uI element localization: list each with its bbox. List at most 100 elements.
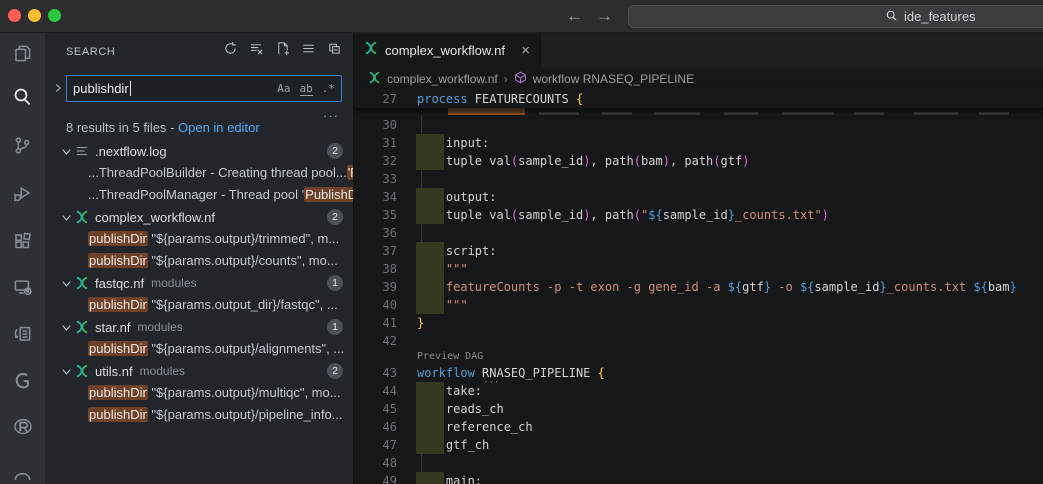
codelens-preview-dag[interactable]: Preview DAG: [354, 350, 1043, 364]
activity-bar-item-explorer[interactable]: [0, 41, 45, 71]
activity-bar-item-task-explorer[interactable]: [0, 321, 45, 351]
activity-bar-item-r-tools[interactable]: [0, 414, 45, 444]
search-result-file[interactable]: .nextflow.log2: [45, 140, 353, 162]
breadcrumb-file[interactable]: complex_workflow.nf: [387, 72, 498, 86]
activity-bar-item-partial-item[interactable]: [0, 461, 45, 484]
titlebar: ← → ide_features: [0, 0, 1043, 33]
results-summary: 8 results in 5 files - Open in editor: [66, 120, 260, 135]
collapse-all-button[interactable]: [325, 42, 343, 60]
sticky-scroll-line[interactable]: 27process FEATURECOUNTS {: [354, 90, 1043, 108]
search-result-file[interactable]: utils.nfmodules2: [45, 360, 353, 382]
close-window-button[interactable]: [8, 9, 21, 22]
code-line[interactable]: 36: [354, 224, 1043, 242]
window-controls: [8, 9, 61, 22]
new-search-editor-button[interactable]: [273, 42, 291, 60]
chevron-down-icon[interactable]: [59, 276, 75, 291]
code-line[interactable]: 43workflow RNASEQ_PIPELINE {: [354, 364, 1043, 382]
code-line[interactable]: 44 take:: [354, 382, 1043, 400]
code-line[interactable]: 45 reads_ch: [354, 400, 1043, 418]
line-number: 34: [354, 188, 397, 206]
code-line[interactable]: 38 """: [354, 260, 1043, 278]
activity-bar-item-gitlens[interactable]: [0, 368, 45, 398]
code-line[interactable]: 37 script:: [354, 242, 1043, 260]
chevron-down-icon[interactable]: [59, 364, 75, 379]
search-result-match[interactable]: publishDir "${params.output}/multiqc", m…: [45, 382, 353, 404]
search-input[interactable]: publishdir Aaab.*: [66, 75, 342, 102]
breadcrumb-separator: ›: [504, 72, 508, 86]
file-name: fastqc.nf: [95, 276, 144, 291]
minimize-window-button[interactable]: [28, 9, 41, 22]
token-int: }: [879, 280, 886, 294]
activity-bar-item-extensions[interactable]: [0, 229, 45, 259]
search-result-match[interactable]: ...ThreadPoolBuilder - Creating thread p…: [45, 162, 353, 184]
code-line[interactable]: 48: [354, 454, 1043, 472]
forward-button[interactable]: →: [596, 4, 613, 28]
whole-word-toggle[interactable]: ab: [300, 82, 313, 96]
tab-complex-workflow[interactable]: complex_workflow.nf ×: [354, 33, 541, 68]
activity-bar-item-search[interactable]: [0, 84, 45, 114]
refresh-button[interactable]: [221, 42, 239, 60]
clipped-text-fragment: [539, 112, 579, 115]
breadcrumb-symbol[interactable]: workflow RNASEQ_PIPELINE: [533, 72, 694, 86]
partial-icon: [13, 467, 32, 484]
line-number: 33: [354, 170, 397, 188]
code-line[interactable]: 39 featureCounts -p -t exon -g gene_id -…: [354, 278, 1043, 296]
code-area[interactable]: 27process FEATURECOUNTS { 3031 input:32 t…: [354, 90, 1043, 484]
token-int: ${: [728, 280, 742, 294]
activity-bar-item-remote-explorer[interactable]: [0, 274, 45, 304]
line-content: [397, 454, 1043, 472]
code-line[interactable]: 31 input:: [354, 134, 1043, 152]
search-result-file[interactable]: fastqc.nfmodules1: [45, 272, 353, 294]
toggle-replace-button[interactable]: [51, 81, 65, 100]
code-line[interactable]: 46 reference_ch: [354, 418, 1043, 436]
back-button[interactable]: ←: [566, 4, 583, 28]
search-result-match[interactable]: publishDir "${params.output}/trimmed", m…: [45, 228, 353, 250]
close-tab-icon[interactable]: ×: [521, 44, 530, 58]
code-line[interactable]: 42: [354, 332, 1043, 350]
code-line[interactable]: 33: [354, 170, 1043, 188]
match-highlight: publishDir: [88, 385, 148, 400]
code-line[interactable]: 35 tuple val(sample_id), path("${sample_…: [354, 206, 1043, 224]
token-pl: sample_id: [518, 208, 583, 222]
open-in-editor-link[interactable]: Open in editor: [178, 120, 260, 135]
code-line[interactable]: 47 gtf_ch: [354, 436, 1043, 454]
search-result-match[interactable]: publishDir "${params.output_dir}/fastqc"…: [45, 294, 353, 316]
code-line[interactable]: 30: [354, 116, 1043, 134]
search-result-match[interactable]: publishDir "${params.output}/pipeline_in…: [45, 404, 353, 426]
search-result-match[interactable]: publishDir "${params.output}/counts", mo…: [45, 250, 353, 272]
match-highlight: publishDir: [88, 297, 148, 312]
token-pl: FEATURECOUNTS: [468, 92, 576, 106]
letter-icon: [13, 371, 32, 395]
clear-results-button[interactable]: [247, 42, 265, 60]
command-center-search[interactable]: ide_features: [628, 5, 1043, 28]
token-pl: [475, 366, 482, 380]
clipped-text-fragment: [724, 112, 758, 115]
token-pl: [590, 366, 597, 380]
line-content: input:: [397, 134, 1043, 152]
match-case-toggle[interactable]: Aa: [277, 82, 290, 96]
view-as-list-button[interactable]: [299, 42, 317, 60]
activity-bar-item-run-debug[interactable]: [0, 181, 45, 211]
code-line[interactable]: 41}: [354, 314, 1043, 332]
search-result-match[interactable]: ...ThreadPoolManager - Thread pool 'Publ…: [45, 184, 353, 206]
search-result-file[interactable]: star.nfmodules1: [45, 316, 353, 338]
chevron-down-icon[interactable]: [59, 320, 75, 335]
token-gold: {: [598, 366, 605, 380]
zoom-window-button[interactable]: [48, 9, 61, 22]
code-line[interactable]: 34 output:: [354, 188, 1043, 206]
search-result-match[interactable]: publishDir "${params.output}/alignments"…: [45, 338, 353, 360]
chevron-down-icon[interactable]: [59, 144, 75, 159]
code-line[interactable]: 32 tuple val(sample_id), path(bam), path…: [354, 152, 1043, 170]
token-kw: process: [417, 92, 468, 106]
chevron-down-icon[interactable]: [59, 210, 75, 225]
toggle-search-details-button[interactable]: ···: [323, 108, 339, 123]
use-regex-toggle[interactable]: .*: [322, 82, 335, 96]
code-line[interactable]: 49 main:: [354, 472, 1043, 484]
line-number: 38: [354, 260, 397, 278]
search-result-file[interactable]: complex_workflow.nf2: [45, 206, 353, 228]
token-pnk: (: [634, 208, 641, 222]
activity-bar-item-source-control[interactable]: [0, 133, 45, 163]
nextflow-file-icon: [364, 41, 378, 60]
file-folder-description: modules: [137, 320, 182, 334]
code-line[interactable]: 40 """: [354, 296, 1043, 314]
